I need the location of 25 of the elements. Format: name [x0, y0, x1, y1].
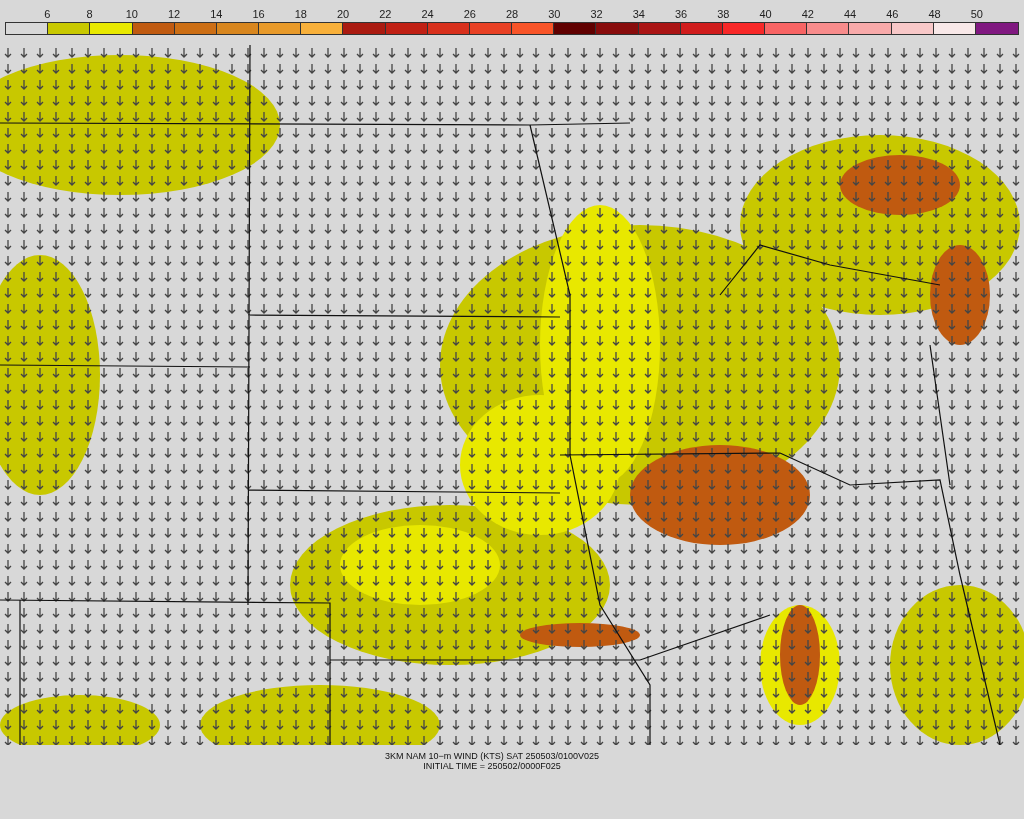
- legend-label: 44: [842, 7, 858, 22]
- legend-label: 40: [758, 7, 773, 22]
- legend-label: 16: [251, 7, 266, 22]
- legend-label: 14: [209, 7, 224, 22]
- legend-label: 18: [293, 7, 308, 22]
- legend-label: 48: [927, 7, 942, 22]
- legend-label: 46: [885, 7, 900, 22]
- legend-label: 34: [631, 7, 646, 22]
- legend-label: 42: [800, 7, 815, 22]
- legend-label: 20: [335, 7, 351, 22]
- legend-label: 50: [969, 7, 984, 22]
- legend-label: 24: [420, 7, 435, 22]
- legend-label: 10: [124, 7, 139, 22]
- legend-label: 30: [547, 7, 562, 22]
- legend-label: 36: [673, 7, 689, 22]
- legend-label: 12: [166, 7, 182, 22]
- map-caption: INITIAL TIME = 250502/0000F025: [423, 761, 561, 771]
- legend-label: 28: [504, 7, 520, 22]
- map-caption: 3KM NAM 10−m WIND (KTS) SAT 250503/0100V025: [385, 751, 599, 761]
- legend-label: 38: [716, 7, 731, 22]
- legend-label: 26: [462, 7, 477, 22]
- legend-label: 8: [85, 7, 94, 22]
- legend-label: 22: [378, 7, 393, 22]
- legend-label: 32: [589, 7, 604, 22]
- legend-label: 6: [43, 7, 52, 22]
